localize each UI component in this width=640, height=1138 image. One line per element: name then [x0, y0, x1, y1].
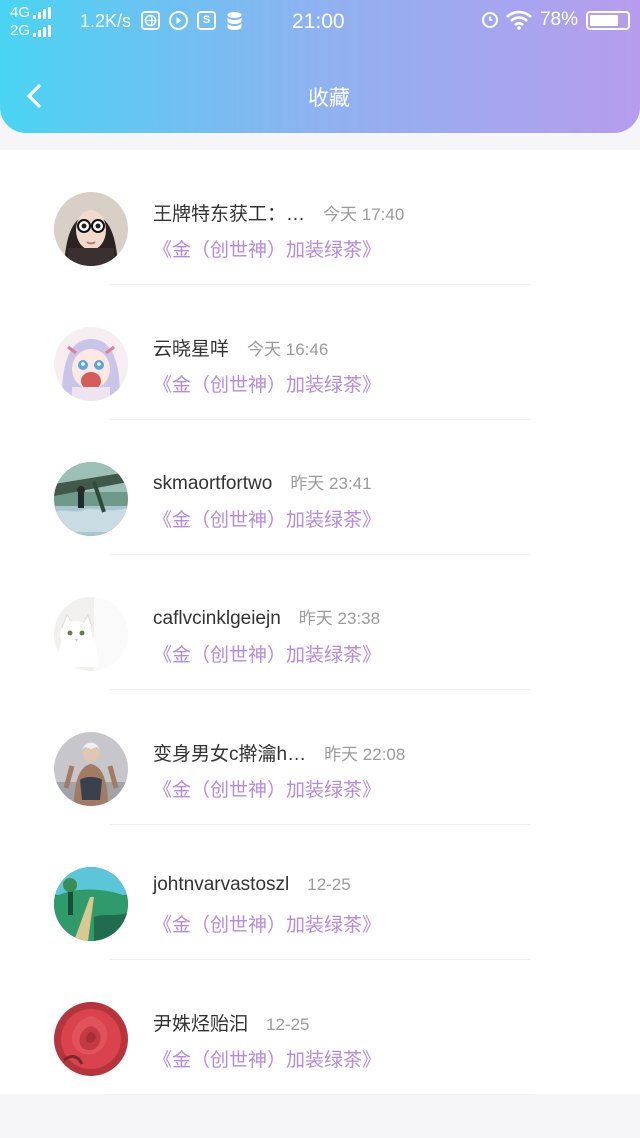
book-title-link[interactable]: 《金（创世神）加装绿茶》 [153, 235, 381, 262]
user-name[interactable]: 王牌特东获工：… [153, 199, 305, 226]
divider [110, 1094, 530, 1095]
s-app-icon: S [197, 11, 216, 30]
user-name[interactable]: caflvcinklgeiejn [153, 608, 281, 630]
network-speed: 1.2K/s [80, 11, 132, 31]
nav-bar: 收藏 [0, 70, 640, 122]
name-row: 变身男女c擀瀹h… 昨天 22:08 [153, 739, 405, 766]
book-title-link[interactable]: 《金（创世神）加装绿茶》 [153, 370, 381, 397]
header: 4G 2G 1.2K/s S 21:00 78% 收藏 [0, 0, 640, 133]
user-name[interactable]: 变身男女c擀瀹h… [153, 739, 306, 766]
book-title-link[interactable]: 《金（创世神）加装绿茶》 [153, 505, 381, 532]
network-top-label: 4G [10, 4, 31, 21]
timestamp: 今天 16:46 [247, 340, 329, 359]
name-row: johtnvarvastoszl 12-25 [153, 874, 351, 896]
wifi-icon [506, 10, 532, 30]
list-item[interactable]: 云晓星咩 今天 16:46 《金（创世神）加装绿茶》 [0, 285, 640, 420]
user-name[interactable]: 云晓星咩 [153, 334, 229, 361]
avatar[interactable] [54, 1002, 128, 1076]
list-item[interactable]: johtnvarvastoszl 12-25 《金（创世神）加装绿茶》 [0, 825, 640, 960]
avatar[interactable] [54, 462, 128, 536]
list-item[interactable]: 尹姝烃贻汩 12-25 《金（创世神）加装绿茶》 [0, 960, 640, 1095]
avatar[interactable] [54, 867, 128, 941]
list-item[interactable]: 变身男女c擀瀹h… 昨天 22:08 《金（创世神）加装绿茶》 [0, 690, 640, 825]
user-name[interactable]: johtnvarvastoszl [153, 874, 289, 896]
name-row: 尹姝烃贻汩 12-25 [153, 1009, 310, 1036]
book-title-link[interactable]: 《金（创世神）加装绿茶》 [153, 910, 381, 937]
media-icon [169, 11, 188, 30]
avatar[interactable] [54, 192, 128, 266]
avatar[interactable] [54, 597, 128, 671]
timestamp: 12-25 [307, 875, 351, 894]
book-title-link[interactable]: 《金（创世神）加装绿茶》 [153, 1045, 381, 1072]
name-row: caflvcinklgeiejn 昨天 23:38 [153, 604, 380, 630]
signal-icon [33, 25, 53, 37]
name-row: 云晓星咩 今天 16:46 [153, 334, 328, 361]
alarm-icon [481, 12, 498, 28]
timestamp: 12-25 [266, 1015, 310, 1034]
signal-icon [33, 7, 53, 19]
browser-icon [141, 11, 160, 30]
clock: 21:00 [292, 10, 345, 33]
battery-percent: 78% [539, 9, 578, 30]
name-row: skmaortfortwo 昨天 23:41 [153, 469, 372, 495]
status-bar: 4G 2G 1.2K/s S 21:00 78% [0, 0, 640, 44]
timestamp: 昨天 23:41 [290, 474, 372, 493]
name-row: 王牌特东获工：… 今天 17:40 [153, 199, 404, 226]
battery-fill [590, 14, 619, 26]
list-item[interactable]: caflvcinklgeiejn 昨天 23:38 《金（创世神）加装绿茶》 [0, 555, 640, 690]
battery-icon [586, 10, 630, 30]
book-title-link[interactable]: 《金（创世神）加装绿茶》 [153, 640, 381, 667]
favorites-list: 王牌特东获工：… 今天 17:40 《金（创世神）加装绿茶》 云晓星咩 今天 16:46… [0, 150, 640, 1095]
list-item[interactable]: skmaortfortwo 昨天 23:41 《金（创世神）加装绿茶》 [0, 420, 640, 555]
avatar[interactable] [54, 732, 128, 806]
user-name[interactable]: 尹姝烃贻汩 [153, 1009, 248, 1036]
list-item[interactable]: 王牌特东获工：… 今天 17:40 《金（创世神）加装绿茶》 [0, 150, 640, 285]
book-title-link[interactable]: 《金（创世神）加装绿茶》 [153, 775, 381, 802]
timestamp: 昨天 23:38 [298, 609, 381, 628]
page-title: 收藏 [308, 87, 350, 110]
avatar[interactable] [54, 327, 128, 401]
network-bottom-label: 2G [10, 22, 31, 39]
timestamp: 今天 17:40 [323, 205, 405, 224]
timestamp: 昨天 22:08 [324, 745, 406, 764]
network-indicator: 4G 2G [10, 4, 53, 40]
database-icon [225, 11, 244, 36]
user-name[interactable]: skmaortfortwo [153, 473, 272, 495]
